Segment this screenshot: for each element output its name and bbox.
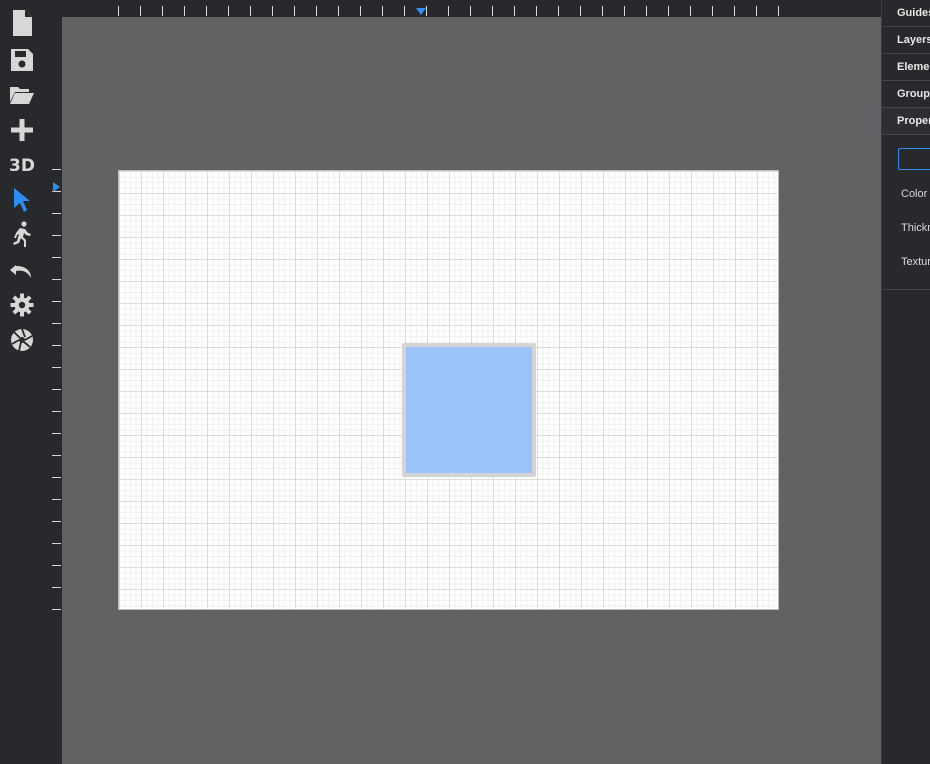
open-folder-icon[interactable]: [6, 80, 38, 110]
toolbar: 3D: [0, 0, 45, 764]
section-groups[interactable]: Groups: [882, 81, 930, 108]
ruler-tick: [646, 6, 647, 16]
ruler-tick: [52, 235, 61, 236]
ruler-tick: [602, 6, 603, 16]
new-file-icon[interactable]: [6, 8, 38, 38]
ruler-tick: [52, 587, 61, 588]
horizontal-ruler: [62, 0, 881, 17]
ruler-tick: [470, 6, 471, 16]
walk-mode-icon[interactable]: [6, 219, 38, 249]
ruler-tick: [162, 6, 163, 16]
ruler-tick: [360, 6, 361, 16]
ruler-tick: [118, 6, 119, 16]
camera-aperture-icon[interactable]: [6, 325, 38, 355]
ruler-tick: [316, 6, 317, 16]
ruler-tick: [514, 6, 515, 16]
ruler-tick: [734, 6, 735, 16]
floor-plan-grid[interactable]: [118, 170, 779, 610]
section-elements[interactable]: Elements: [882, 54, 930, 81]
ruler-tick: [52, 257, 61, 258]
select-pointer-icon[interactable]: [6, 185, 38, 215]
ruler-tick: [624, 6, 625, 16]
floor-plan-viewport[interactable]: [62, 17, 881, 764]
section-guides[interactable]: Guides: [882, 0, 930, 27]
ruler-tick: [492, 6, 493, 16]
side-panel: Guides Layers Elements Groups Properties…: [881, 0, 930, 764]
ruler-tick: [52, 521, 61, 522]
ruler-tick: [580, 6, 581, 16]
room-shape[interactable]: [402, 343, 536, 477]
ruler-tick: [52, 213, 61, 214]
ruler-tick: [52, 411, 61, 412]
ruler-tick: [52, 543, 61, 544]
ruler-position-marker: [53, 182, 60, 192]
ruler-tick: [206, 6, 207, 16]
ruler-tick: [52, 279, 61, 280]
color-label: Color: [901, 188, 928, 200]
3d-view-button[interactable]: 3D: [6, 151, 38, 181]
ruler-tick: [52, 433, 61, 434]
undo-icon[interactable]: [6, 256, 38, 286]
ruler-tick: [52, 609, 61, 610]
ruler-tick: [250, 6, 251, 16]
section-layers[interactable]: Layers: [882, 27, 930, 54]
ruler-tick: [228, 6, 229, 16]
vertical-ruler: [45, 17, 62, 764]
ruler-tick: [338, 6, 339, 16]
ruler-tick: [52, 345, 61, 346]
ruler-tick: [690, 6, 691, 16]
ruler-tick: [536, 6, 537, 16]
thickness-label: Thickness: [901, 222, 930, 234]
properties-body: Color Thickness Texture: [882, 136, 930, 290]
texture-label: Texture: [901, 256, 930, 268]
ruler-tick: [404, 6, 405, 16]
ruler-tick: [52, 169, 61, 170]
ruler-tick: [272, 6, 273, 16]
ruler-tick: [382, 6, 383, 16]
ruler-tick: [140, 6, 141, 16]
ruler-tick: [52, 389, 61, 390]
ruler-tick: [448, 6, 449, 16]
ruler-tick: [52, 455, 61, 456]
save-icon[interactable]: [6, 45, 38, 75]
ruler-tick: [294, 6, 295, 16]
ruler-tick: [52, 323, 61, 324]
settings-gear-icon[interactable]: [6, 290, 38, 320]
section-properties[interactable]: Properties: [882, 108, 930, 135]
add-icon[interactable]: [6, 115, 38, 145]
ruler-tick: [558, 6, 559, 16]
ruler-tick: [52, 367, 61, 368]
name-field[interactable]: [898, 148, 930, 170]
ruler-tick: [778, 6, 779, 16]
ruler-tick: [52, 477, 61, 478]
ruler-tick: [756, 6, 757, 16]
ruler-tick: [52, 499, 61, 500]
ruler-tick: [712, 6, 713, 16]
ruler-tick: [52, 565, 61, 566]
ruler-tick: [426, 6, 427, 16]
ruler-position-marker: [416, 8, 426, 15]
ruler-tick: [52, 301, 61, 302]
ruler-tick: [668, 6, 669, 16]
ruler-tick: [184, 6, 185, 16]
